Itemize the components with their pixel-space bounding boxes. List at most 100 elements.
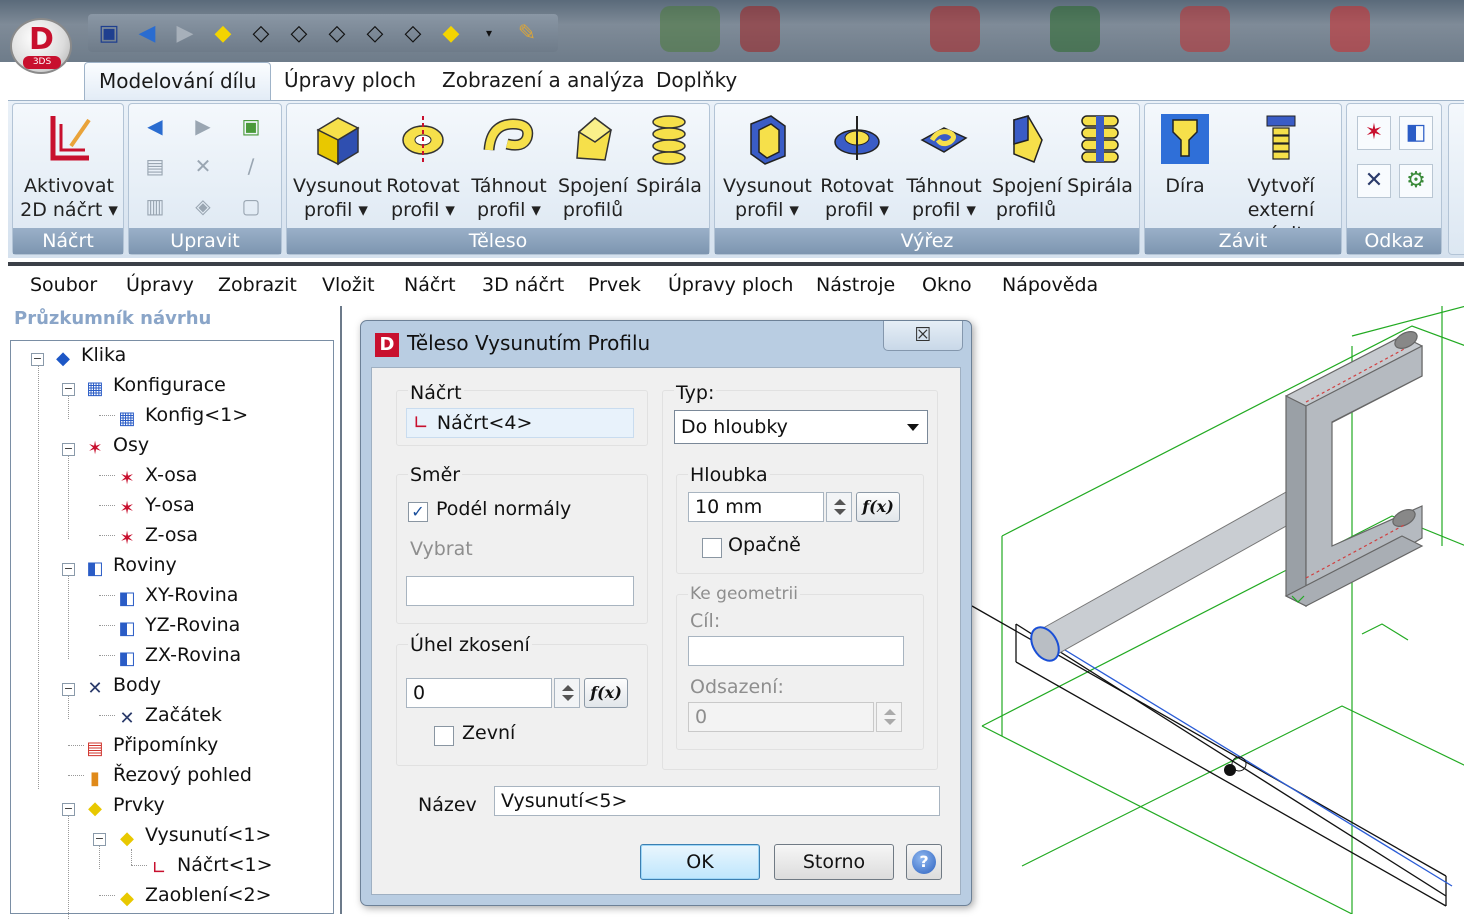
tab-doplnky[interactable]: Doplňky <box>642 62 751 100</box>
tree-node-osy[interactable]: ✶ Osy <box>85 431 149 459</box>
tree-node-pripominky[interactable]: ▤ Připomínky <box>85 731 218 759</box>
solid-sweep-button[interactable]: Táhnout profil ▾ <box>467 110 551 222</box>
tree-node-x-osa[interactable]: ✶ X-osa <box>117 461 197 489</box>
tree-node-z-osa[interactable]: ✶ Z-osa <box>117 521 198 549</box>
tree-node-klika[interactable]: ◆ Klika <box>53 341 126 369</box>
hole-button[interactable]: Díra <box>1151 110 1219 198</box>
menu-napoveda[interactable]: Nápověda <box>1002 274 1098 296</box>
menu-prvek[interactable]: Prvek <box>588 274 641 296</box>
select-field[interactable] <box>406 576 634 606</box>
tab-upravy-ploch[interactable]: Úpravy ploch <box>270 62 430 100</box>
tree-node-body[interactable]: ✕ Body <box>85 671 161 699</box>
menu-soubor[interactable]: Soubor <box>30 274 97 296</box>
reverse-checkbox[interactable] <box>702 538 722 558</box>
depth-spinner[interactable] <box>826 492 852 522</box>
target-field[interactable] <box>688 636 904 666</box>
solid-helix-button[interactable]: Spirála <box>633 110 705 198</box>
tree-node-roviny[interactable]: ◧ Roviny <box>85 551 176 579</box>
copy-icon[interactable]: ▤ <box>143 154 167 178</box>
view-top-icon[interactable]: ◇ <box>362 20 388 46</box>
view-right-icon[interactable]: ◇ <box>324 20 350 46</box>
collapse-toggle[interactable]: − <box>31 353 44 366</box>
tree-node-zx-rovina[interactable]: ◧ ZX-Rovina <box>117 641 241 669</box>
edit-icon[interactable]: ▣ <box>239 114 263 138</box>
menu-3d-nacrt[interactable]: 3D náčrt <box>482 274 564 296</box>
menu-upravy-ploch[interactable]: Úpravy ploch <box>668 274 793 296</box>
collapse-toggle[interactable]: − <box>93 833 106 846</box>
draft-angle-spinner[interactable] <box>554 678 580 708</box>
tab-zobrazeni-analyza[interactable]: Zobrazení a analýza <box>428 62 658 100</box>
tree-node-y-osa[interactable]: ✶ Y-osa <box>117 491 194 519</box>
undo-icon[interactable]: ◀ <box>134 20 160 46</box>
tree-node-konfig1[interactable]: ▦ Konfig<1> <box>117 401 248 429</box>
menu-nacrt[interactable]: Náčrt <box>404 274 456 296</box>
undo-icon[interactable]: ◀ <box>143 114 167 138</box>
collapse-toggle[interactable]: − <box>62 803 75 816</box>
type-select[interactable]: Do hloubky <box>674 410 928 444</box>
coordinate-system-icon[interactable]: ⚙ <box>1399 164 1433 198</box>
tree-node-vysunuti1[interactable]: ◆ Vysunutí<1> <box>117 821 271 849</box>
axis-reference-icon[interactable]: ✶ <box>1357 116 1391 150</box>
view-back-icon[interactable]: ◇ <box>248 20 274 46</box>
chevron-down-icon[interactable]: ▾ <box>476 20 502 46</box>
ruler-icon[interactable]: ✎ <box>514 20 540 46</box>
cut-loft-button[interactable]: Spojení profilů <box>991 110 1062 222</box>
activate-2d-sketch-button[interactable]: Aktivovat 2D náčrt ▾ <box>17 110 121 222</box>
tab-modelovani-dilu[interactable]: Modelování dílu <box>84 62 272 100</box>
duplicate-icon[interactable]: ▢ <box>239 194 263 218</box>
collapse-toggle[interactable]: − <box>62 683 75 696</box>
external-thread-button[interactable]: Vytvoří externí závit <box>1225 110 1337 246</box>
tree-node-zacatek[interactable]: ✕ Začátek <box>117 701 221 729</box>
close-button[interactable]: ☒ <box>883 321 963 351</box>
collapse-toggle[interactable]: − <box>62 383 75 396</box>
menu-vlozit[interactable]: Vložit <box>322 274 375 296</box>
draft-angle-input[interactable]: 0 <box>406 678 552 708</box>
depth-formula-button[interactable]: f(x) <box>856 492 900 522</box>
tree-node-yz-rovina[interactable]: ◧ YZ-Rovina <box>117 611 240 639</box>
cut-helix-button[interactable]: Spirála <box>1065 110 1135 198</box>
outward-checkbox[interactable] <box>434 726 454 746</box>
view-bottom-icon[interactable]: ◇ <box>400 20 426 46</box>
tree-node-xy-rovina[interactable]: ◧ XY-Rovina <box>117 581 238 609</box>
menu-nastroje[interactable]: Nástroje <box>816 274 895 296</box>
tree-node-konfigurace[interactable]: ▦ Konfigurace <box>85 371 225 399</box>
ok-button[interactable]: OK <box>640 844 760 880</box>
redo-icon[interactable]: ▶ <box>191 114 215 138</box>
depth-input[interactable]: 10 mm <box>688 492 824 522</box>
view-front-icon[interactable]: ◆ <box>210 20 236 46</box>
cut-extrude-button[interactable]: Vysunout profil ▾ <box>721 110 813 222</box>
solid-loft-button[interactable]: Spojení profilů <box>555 110 631 222</box>
solid-extrude-button[interactable]: Vysunout profil ▾ <box>291 110 382 222</box>
help-button[interactable]: ? <box>906 844 942 880</box>
tree-node-nacrt1[interactable]: ∟ Náčrt<1> <box>149 851 272 879</box>
offset-spinner[interactable] <box>876 702 902 732</box>
name-input[interactable]: Vysunutí<5> <box>494 786 940 816</box>
view-left-icon[interactable]: ◇ <box>286 20 312 46</box>
collapse-toggle[interactable]: − <box>62 443 75 456</box>
app-menu-button[interactable]: D 3DS <box>10 18 72 74</box>
solid-revolve-button[interactable]: Rotovat profil ▾ <box>383 110 463 222</box>
draft-angle-formula-button[interactable]: f(x) <box>584 678 628 708</box>
tree-node-zaobleni2[interactable]: ◆ Zaoblení<2> <box>117 881 271 909</box>
cancel-button[interactable]: Storno <box>774 844 894 880</box>
point-reference-icon[interactable]: ✕ <box>1357 164 1391 198</box>
collapse-toggle[interactable]: − <box>62 563 75 576</box>
cut-sweep-button[interactable]: Táhnout profil ▾ <box>903 110 985 222</box>
menu-upravy[interactable]: Úpravy <box>126 274 194 296</box>
menu-okno[interactable]: Okno <box>922 274 972 296</box>
redo-icon[interactable]: ▶ <box>172 20 198 46</box>
menu-zobrazit[interactable]: Zobrazit <box>218 274 297 296</box>
tree-node-rezovy-pohled[interactable]: ▮ Řezový pohled <box>85 761 252 789</box>
normal-direction-checkbox[interactable]: ✓ <box>408 502 428 522</box>
rename-icon[interactable]: ∕ <box>239 154 263 178</box>
offset-input[interactable]: 0 <box>688 702 874 732</box>
tree-node-prvky[interactable]: ◆ Prvky <box>85 791 165 819</box>
save-icon[interactable]: ▣ <box>96 20 122 46</box>
suppress-icon[interactable]: ◈ <box>191 194 215 218</box>
cut-revolve-button[interactable]: Rotovat profil ▾ <box>817 110 897 222</box>
paste-icon[interactable]: ▥ <box>143 194 167 218</box>
plane-reference-icon[interactable]: ◧ <box>1399 116 1433 150</box>
sketch-field[interactable]: ∟ Náčrt<4> <box>406 408 634 438</box>
view-iso-icon[interactable]: ◆ <box>438 20 464 46</box>
delete-icon[interactable]: ✕ <box>191 154 215 178</box>
